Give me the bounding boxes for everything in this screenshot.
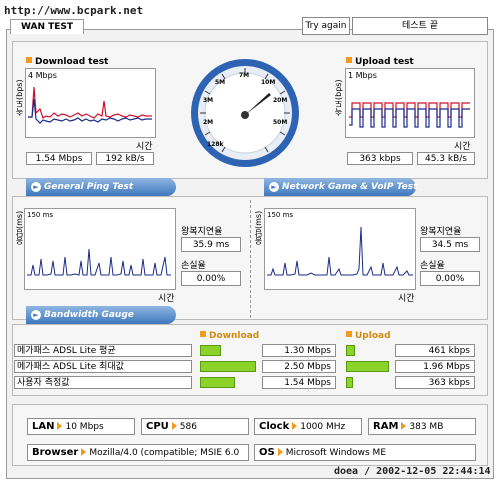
- gauge-label: 3M: [203, 97, 214, 104]
- gauge-label: 20M: [273, 97, 288, 104]
- tab-wan-test[interactable]: WAN TEST: [10, 19, 84, 34]
- download-graph: 4 Mbps: [25, 68, 156, 138]
- bullet-icon: [346, 331, 352, 337]
- arrow-icon: [81, 448, 87, 456]
- gauge-label: 128k: [207, 141, 224, 148]
- clock-info: Clock 1000 MHz: [254, 418, 362, 435]
- gauge-download-value: 1.30 Mbps: [262, 344, 336, 357]
- gauge-label: 7M: [239, 72, 250, 79]
- upload-rate: 45.3 kB/s: [417, 152, 475, 165]
- lan-info: LAN 10 Mbps: [27, 418, 135, 435]
- game-loss-label: 손실율: [420, 261, 445, 271]
- upload-speed: 363 kbps: [347, 152, 413, 165]
- arrow-icon: [401, 422, 407, 430]
- download-bar: [200, 377, 235, 388]
- gauge-label: 10M: [261, 79, 276, 86]
- cpu-info: CPU 586: [141, 418, 249, 435]
- upload-title: Upload test: [346, 57, 414, 67]
- gauge-download-value: 2.50 Mbps: [262, 360, 336, 373]
- arrow-icon: ►: [269, 182, 279, 192]
- game-latency-label: 왕복지연율: [420, 227, 462, 237]
- download-time-label: 시간: [136, 142, 153, 152]
- download-title: Download test: [26, 57, 108, 67]
- ping-chart: [27, 248, 171, 276]
- game-loss: 0.00%: [420, 271, 480, 286]
- os-info: OS Microsoft Windows ME: [254, 444, 476, 461]
- ping-latency: 35.9 ms: [181, 237, 241, 252]
- divider: [250, 200, 251, 318]
- upload-axis-label: 속도(bps): [334, 79, 343, 116]
- arrow-icon: ►: [31, 310, 41, 320]
- bullet-icon: [346, 57, 352, 63]
- try-again-button[interactable]: Try again: [302, 17, 350, 35]
- download-rate: 192 kB/s: [96, 152, 154, 165]
- upload-chart: [349, 102, 470, 128]
- gauge-row-label: 메가패스 ADSL Lite 최대값: [14, 360, 192, 373]
- gauge-upload-value: 363 kbps: [395, 376, 475, 389]
- ping-graph: 150 ms: [24, 208, 176, 290]
- gauge-label: 2M: [203, 119, 214, 126]
- gauge-label: 5M: [215, 79, 226, 86]
- upload-bar: [346, 377, 353, 388]
- gauge-download-value: 1.54 Mbps: [262, 376, 336, 389]
- arrow-icon: [171, 422, 177, 430]
- upload-time-label: 시간: [454, 142, 471, 152]
- game-graph: 150 ms: [264, 208, 416, 290]
- gauge-upload-value: 461 kbps: [395, 344, 475, 357]
- gauge-download-header: Download: [200, 331, 259, 341]
- game-latency: 34.5 ms: [420, 237, 480, 252]
- arrow-icon: ►: [31, 182, 41, 192]
- bandwidth-gauge-banner: ► Bandwidth Gauge: [26, 306, 176, 324]
- download-axis-label: 속도(bps): [15, 79, 24, 116]
- watermark: http://www.bcpark.net: [4, 4, 144, 17]
- ping-loss: 0.00%: [181, 271, 241, 286]
- bullet-icon: [26, 57, 32, 63]
- ping-loss-label: 손실율: [181, 261, 206, 271]
- game-time-label: 시간: [398, 294, 415, 304]
- arrow-icon: [292, 422, 298, 430]
- status-field: 테스트 끝: [352, 17, 488, 35]
- upload-bar: [346, 361, 389, 372]
- game-voip-banner: ► Network Game & VoIP Test: [264, 178, 417, 196]
- speedometer: 128k 2M 3M 5M 7M 10M 20M 50M: [189, 57, 301, 169]
- game-axis-label: 응답(ms): [254, 210, 263, 245]
- arrow-icon: [57, 422, 63, 430]
- gauge-upload-value: 1.96 Mbps: [395, 360, 475, 373]
- game-chart: [267, 226, 413, 276]
- ping-test-banner: ► General Ping Test: [26, 178, 176, 196]
- upload-bar: [346, 345, 355, 356]
- ping-latency-label: 왕복지연율: [181, 227, 223, 237]
- download-bar: [200, 361, 256, 372]
- arrow-icon: [277, 448, 283, 456]
- ram-info: RAM 383 MB: [368, 418, 476, 435]
- gauge-label: 50M: [273, 119, 288, 126]
- browser-info: Browser Mozilla/4.0 (compatible; MSIE 6.0: [27, 444, 249, 461]
- bullet-icon: [200, 331, 206, 337]
- gauge-upload-header: Upload: [346, 331, 391, 341]
- upload-graph: 1 Mbps: [345, 68, 475, 138]
- gauge-row-label: 사용자 측정값: [14, 376, 192, 389]
- download-bar: [200, 345, 221, 356]
- download-speed: 1.54 Mbps: [26, 152, 92, 165]
- signature: doea / 2002-12-05 22:44:14: [334, 466, 491, 477]
- download-chart: [28, 86, 152, 124]
- gauge-row-label: 메가패스 ADSL Lite 평균: [14, 344, 192, 357]
- ping-time-label: 시간: [158, 294, 175, 304]
